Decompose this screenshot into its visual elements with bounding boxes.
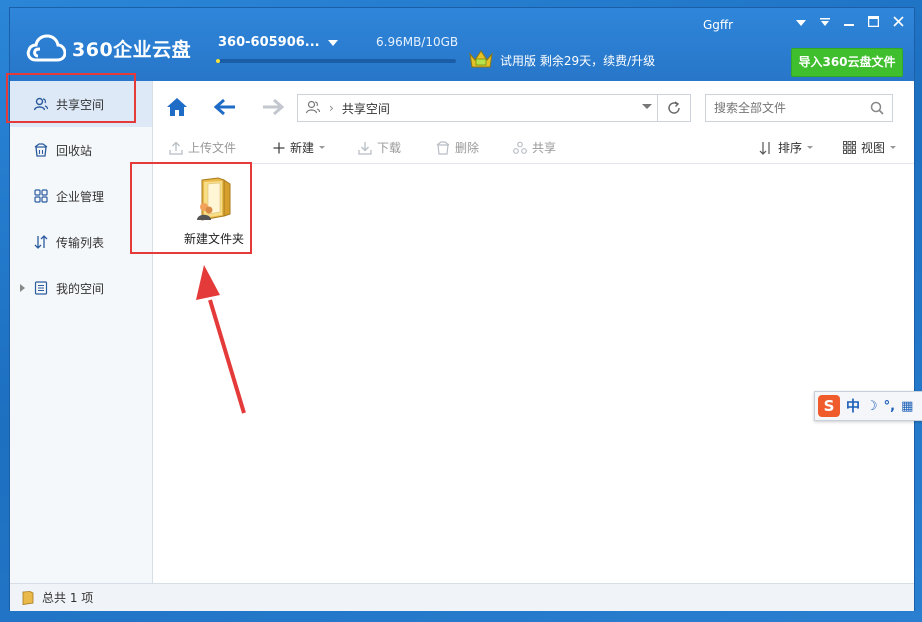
sidebar-item-label: 企业管理 bbox=[56, 189, 105, 204]
upload-label: 上传文件 bbox=[188, 141, 237, 155]
crown-icon bbox=[468, 48, 494, 73]
highlight-box-sidebar bbox=[6, 73, 136, 123]
sidebar-item-label: 回收站 bbox=[56, 143, 93, 158]
import-360-button[interactable]: 导入360云盘文件 bbox=[791, 48, 903, 77]
address-bar[interactable]: › 共享空间 bbox=[297, 94, 691, 122]
app-window: 360企业云盘 360-605906... 6.96MB/10GB 试用版 剩余… bbox=[9, 7, 915, 611]
highlight-box-folder bbox=[130, 162, 252, 254]
download-icon bbox=[358, 141, 372, 155]
grid-icon bbox=[34, 189, 48, 203]
minimize-icon[interactable] bbox=[844, 16, 854, 30]
title-bar: 360企业云盘 360-605906... 6.96MB/10GB 试用版 剩余… bbox=[10, 8, 914, 81]
moon-icon[interactable]: ☽ bbox=[866, 399, 878, 414]
storage-progress-bar bbox=[216, 59, 456, 63]
menu-dropdown-icon[interactable] bbox=[796, 16, 806, 30]
dropdown-triangle-icon bbox=[807, 146, 814, 149]
file-list-area[interactable]: 新建文件夹 bbox=[153, 164, 914, 583]
sidebar-item-my-space[interactable]: 我的空间 bbox=[10, 265, 152, 311]
ime-toolbar[interactable]: S 中 ☽ °, ▦ bbox=[814, 391, 922, 421]
sidebar: 共享空间 回收站 企业管理 传输列表 我的空间 bbox=[10, 81, 153, 583]
keyboard-icon[interactable]: ▦ bbox=[901, 399, 913, 414]
download-button[interactable]: 下载 bbox=[358, 139, 401, 156]
share-label: 共享 bbox=[532, 141, 557, 155]
toolbar: 上传文件 新建 下载 删除 共享 排序 视图 bbox=[153, 131, 914, 164]
dropdown-triangle-icon bbox=[890, 146, 897, 149]
delete-button[interactable]: 删除 bbox=[436, 139, 479, 156]
folder-icon bbox=[22, 590, 34, 605]
transfer-icon bbox=[34, 235, 48, 249]
share-people-icon bbox=[513, 141, 527, 155]
upload-button[interactable]: 上传文件 bbox=[169, 139, 236, 156]
cloud-logo-icon bbox=[26, 34, 66, 62]
recycle-bin-icon bbox=[34, 143, 48, 157]
sort-label: 排序 bbox=[778, 141, 803, 155]
sort-icon bbox=[759, 141, 773, 155]
skin-dropdown-icon[interactable] bbox=[820, 16, 830, 30]
download-label: 下载 bbox=[377, 141, 402, 155]
arrow-right-icon bbox=[263, 98, 284, 116]
address-path-label[interactable]: 共享空间 bbox=[342, 100, 390, 117]
share-button[interactable]: 共享 bbox=[513, 139, 556, 156]
username: Ggffr bbox=[703, 18, 734, 32]
forward-button[interactable] bbox=[259, 94, 287, 120]
navigation-bar: › 共享空间 bbox=[153, 81, 914, 131]
grid-view-icon bbox=[843, 141, 856, 154]
delete-label: 删除 bbox=[455, 141, 480, 155]
view-button[interactable]: 视图 bbox=[843, 139, 897, 156]
app-logo: 360企业云盘 bbox=[26, 32, 191, 64]
trial-text: 试用版 剩余29天，续费/升级 bbox=[500, 54, 656, 68]
address-dropdown-icon[interactable] bbox=[642, 104, 652, 109]
trial-info[interactable]: 试用版 剩余29天，续费/升级 bbox=[468, 48, 655, 73]
home-button[interactable] bbox=[163, 94, 191, 120]
sidebar-item-label: 传输列表 bbox=[56, 235, 105, 250]
caret-down-icon bbox=[327, 39, 338, 46]
back-button[interactable] bbox=[211, 94, 239, 120]
search-box bbox=[705, 94, 893, 122]
refresh-button[interactable] bbox=[657, 95, 690, 121]
upload-icon bbox=[169, 141, 183, 155]
refresh-icon bbox=[668, 101, 680, 114]
view-label: 视图 bbox=[861, 141, 886, 155]
sidebar-item-label: 我的空间 bbox=[56, 281, 105, 296]
maximize-icon[interactable] bbox=[867, 15, 880, 30]
status-bar: 总共 1 项 bbox=[10, 583, 914, 611]
storage-progress-fill bbox=[216, 59, 220, 63]
storage-usage: 6.96MB/10GB bbox=[376, 35, 459, 49]
document-icon bbox=[34, 281, 48, 295]
close-icon[interactable] bbox=[893, 16, 904, 30]
search-icon[interactable] bbox=[870, 100, 884, 119]
ime-mode-label[interactable]: 中 bbox=[846, 396, 860, 416]
expand-arrow-icon[interactable] bbox=[20, 284, 25, 292]
window-controls bbox=[796, 15, 904, 30]
home-icon bbox=[167, 98, 187, 116]
account-id: 360-605906... bbox=[218, 35, 320, 50]
user-group-icon bbox=[305, 100, 321, 117]
account-dropdown[interactable]: 360-605906... bbox=[218, 35, 338, 50]
search-input[interactable] bbox=[712, 95, 856, 121]
dropdown-triangle-icon bbox=[319, 146, 326, 149]
sogou-logo-icon[interactable]: S bbox=[818, 395, 840, 417]
app-logo-text: 360企业云盘 bbox=[72, 38, 192, 61]
chevron-right-icon: › bbox=[329, 101, 334, 115]
new-label: 新建 bbox=[290, 141, 315, 155]
plus-icon bbox=[273, 142, 285, 154]
arrow-left-icon bbox=[214, 98, 235, 116]
item-count: 总共 1 项 bbox=[42, 591, 94, 605]
ime-punctuation-label[interactable]: °, bbox=[884, 399, 895, 414]
sort-button[interactable]: 排序 bbox=[759, 139, 814, 156]
new-button[interactable]: 新建 bbox=[273, 139, 326, 156]
red-arrow-annotation bbox=[196, 265, 246, 414]
trash-icon bbox=[436, 140, 450, 155]
